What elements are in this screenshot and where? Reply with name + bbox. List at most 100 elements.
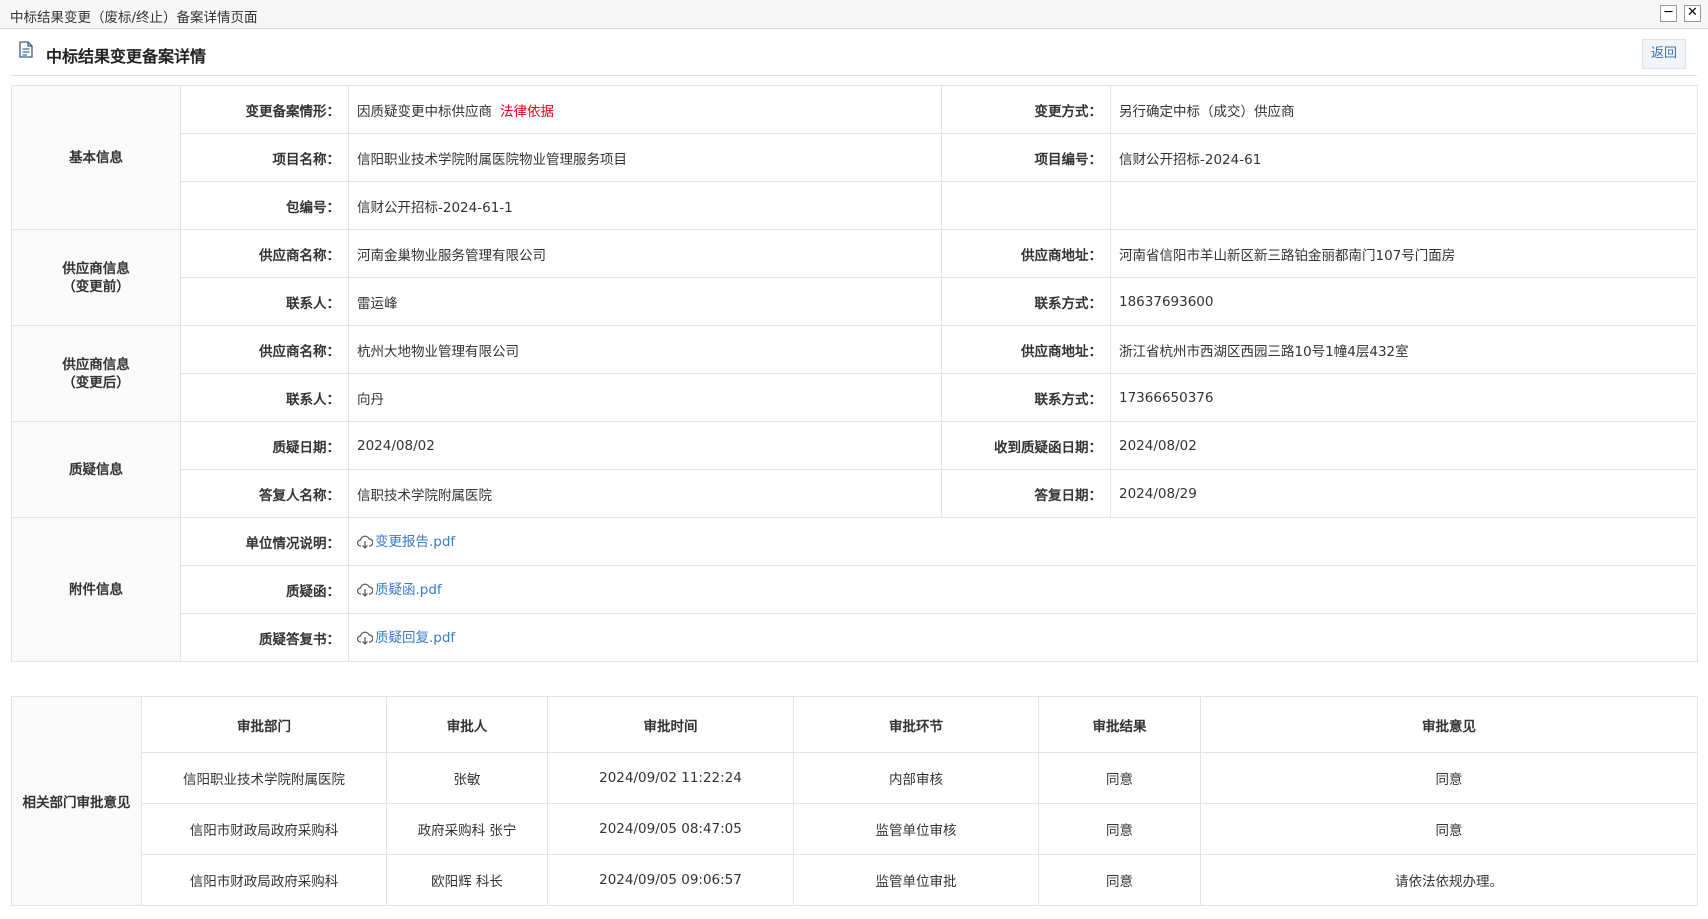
table-row: 质疑答复书： 质疑回复.pdf <box>12 613 1698 662</box>
table-row: 质疑信息 质疑日期： 2024/08/02 收到质疑函日期： 2024/08/0… <box>11 421 1698 518</box>
cloud-download-icon[interactable] <box>356 583 374 601</box>
window-title: 中标结果变更（废标/终止）备案详情页面 <box>10 10 258 26</box>
column-header: 审批结果 <box>1038 696 1201 753</box>
column-header: 审批环节 <box>793 696 1039 753</box>
column-header: 审批意见 <box>1200 696 1698 753</box>
detail-table: 基本信息 变更备案情形： 因质疑变更中标供应商 法律依据 变更方式： 另行确定中标… <box>11 85 1698 662</box>
minimize-button[interactable]: ─ <box>1660 5 1677 22</box>
table-row: 供应商信息 （变更前） 供应商名称： 河南金巢物业服务管理有限公司 供应商地址： … <box>11 229 1698 326</box>
attachment-cell: 质疑回复.pdf <box>348 613 1698 662</box>
contact-value: 雷运峰 <box>348 277 942 326</box>
received-date-label: 收到质疑函日期： <box>941 421 1111 470</box>
column-header: 审批人 <box>386 696 548 753</box>
section-line: （变更前） <box>62 278 130 295</box>
phone-label: 联系方式： <box>941 373 1111 422</box>
section-line: 供应商信息 <box>62 356 130 373</box>
phone-value: 17366650376 <box>1110 373 1698 422</box>
empty-cell <box>1110 181 1698 230</box>
table-cell: 2024/09/02 11:22:24 <box>547 752 794 804</box>
attachment-cell: 变更报告.pdf <box>348 517 1698 566</box>
contact-label: 联系人： <box>180 373 349 422</box>
supplier-address-label: 供应商地址： <box>941 229 1111 278</box>
table-cell: 张敏 <box>386 752 548 804</box>
section-attachments: 附件信息 <box>11 517 181 662</box>
phone-value: 18637693600 <box>1110 277 1698 326</box>
table-cell: 2024/09/05 08:47:05 <box>547 803 794 855</box>
supplier-address-value: 浙江省杭州市西湖区西园三路10号1幢4层432室 <box>1110 325 1698 374</box>
table-cell: 信阳市财政局政府采购科 <box>141 803 387 855</box>
table-cell: 同意 <box>1200 803 1698 855</box>
column-header: 审批时间 <box>547 696 794 753</box>
responder-label: 答复人名称： <box>180 469 349 518</box>
project-name-value: 信阳职业技术学院附属医院物业管理服务项目 <box>348 133 942 182</box>
table-row: 包编号： 信财公开招标-2024-61-1 <box>12 181 1698 230</box>
table-row: 联系人： 向丹 联系方式： 17366650376 <box>12 373 1698 422</box>
project-no-value: 信财公开招标-2024-61 <box>1110 133 1698 182</box>
change-type-label: 变更备案情形： <box>180 85 349 134</box>
table-cell: 同意 <box>1038 752 1201 804</box>
received-date-value: 2024/08/02 <box>1110 421 1698 470</box>
project-no-label: 项目编号： <box>941 133 1111 182</box>
table-cell: 信阳职业技术学院附属医院 <box>141 752 387 804</box>
table-cell: 政府采购科 张宁 <box>386 803 548 855</box>
change-method-label: 变更方式： <box>941 85 1111 134</box>
column-header: 审批部门 <box>141 696 387 753</box>
document-icon <box>19 41 33 62</box>
section-basic-info: 基本信息 <box>11 85 181 230</box>
package-no-value: 信财公开招标-2024-61-1 <box>348 181 942 230</box>
challenge-date-value: 2024/08/02 <box>348 421 942 470</box>
table-row: 信阳市财政局政府采购科 欧阳辉 科长 2024/09/05 09:06:57 监… <box>12 854 1698 906</box>
change-method-value: 另行确定中标（成交）供应商 <box>1110 85 1698 134</box>
table-cell: 2024/09/05 09:06:57 <box>547 854 794 906</box>
supplier-name-value: 河南金巢物业服务管理有限公司 <box>348 229 942 278</box>
project-name-label: 项目名称： <box>180 133 349 182</box>
approval-table: 相关部门审批意见 审批部门 审批人 审批时间 审批环节 审批结果 审批意见 信阳… <box>11 696 1698 906</box>
supplier-name-label: 供应商名称： <box>180 229 349 278</box>
table-row: 联系人： 雷运峰 联系方式： 18637693600 <box>12 277 1698 326</box>
change-type-value: 因质疑变更中标供应商 法律依据 <box>348 85 942 134</box>
reply-date-label: 答复日期： <box>941 469 1111 518</box>
back-button[interactable]: 返回 <box>1642 39 1686 69</box>
supplier-address-label: 供应商地址： <box>941 325 1111 374</box>
table-cell: 欧阳辉 科长 <box>386 854 548 906</box>
table-cell: 监管单位审核 <box>793 803 1039 855</box>
cloud-download-icon[interactable] <box>356 631 374 649</box>
table-cell: 监管单位审批 <box>793 854 1039 906</box>
table-cell: 信阳市财政局政府采购科 <box>141 854 387 906</box>
close-button[interactable]: ✕ <box>1684 5 1701 22</box>
table-row: 信阳职业技术学院附属医院 张敏 2024/09/02 11:22:24 内部审核… <box>12 752 1698 804</box>
legal-basis-link[interactable]: 法律依据 <box>500 104 554 120</box>
empty-cell <box>941 181 1111 230</box>
attachment-label: 单位情况说明： <box>180 517 349 566</box>
table-row: 供应商信息 （变更后） 供应商名称： 杭州大地物业管理有限公司 供应商地址： 浙江… <box>11 325 1698 422</box>
page-title: 中标结果变更备案详情 <box>46 47 207 66</box>
supplier-name-value: 杭州大地物业管理有限公司 <box>348 325 942 374</box>
contact-label: 联系人： <box>180 277 349 326</box>
reply-date-value: 2024/08/29 <box>1110 469 1698 518</box>
cloud-download-icon[interactable] <box>356 535 374 553</box>
attachment-file-link[interactable]: 变更报告.pdf <box>375 534 455 550</box>
table-header-row: 相关部门审批意见 审批部门 审批人 审批时间 审批环节 审批结果 审批意见 <box>11 696 1698 906</box>
supplier-name-label: 供应商名称： <box>180 325 349 374</box>
table-cell: 请依法依规办理。 <box>1200 854 1698 906</box>
challenge-date-label: 质疑日期： <box>180 421 349 470</box>
table-row: 答复人名称： 信职技术学院附属医院 答复日期： 2024/08/29 <box>12 469 1698 518</box>
section-approval: 相关部门审批意见 <box>11 696 142 906</box>
phone-label: 联系方式： <box>941 277 1111 326</box>
attachment-file-link[interactable]: 质疑回复.pdf <box>375 630 455 646</box>
change-type-text: 因质疑变更中标供应商 <box>357 103 492 120</box>
section-challenge-info: 质疑信息 <box>11 421 181 518</box>
table-cell: 内部审核 <box>793 752 1039 804</box>
table-row: 信阳市财政局政府采购科 政府采购科 张宁 2024/09/05 08:47:05… <box>12 803 1698 855</box>
attachment-label: 质疑函： <box>180 565 349 614</box>
section-line: 供应商信息 <box>62 260 130 277</box>
attachment-file-link[interactable]: 质疑函.pdf <box>375 582 442 598</box>
table-cell: 同意 <box>1038 803 1201 855</box>
page-header: 中标结果变更备案详情 返回 <box>11 29 1697 76</box>
section-supplier-after: 供应商信息 （变更后） <box>11 325 181 422</box>
contact-value: 向丹 <box>348 373 942 422</box>
window-titlebar: 中标结果变更（废标/终止）备案详情页面 ─ ✕ <box>0 0 1708 29</box>
table-cell: 同意 <box>1038 854 1201 906</box>
table-row: 附件信息 单位情况说明： 变更报告.pdf <box>11 517 1698 662</box>
section-line: （变更后） <box>62 374 130 391</box>
